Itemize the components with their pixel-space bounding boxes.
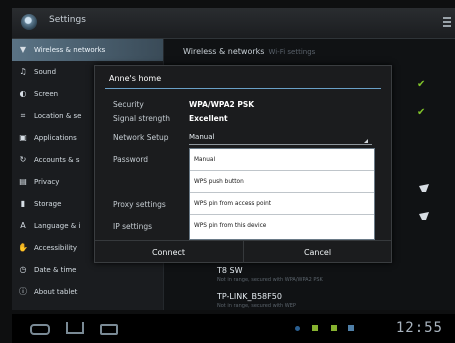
dropdown-option-manual[interactable]: Manual — [190, 149, 374, 171]
network-setup-select[interactable]: Manual — [189, 133, 372, 145]
accessibility-icon: ✋ — [18, 243, 28, 252]
home-icon[interactable] — [66, 322, 84, 334]
security-label: Security — [113, 100, 144, 109]
security-value: WPA/WPA2 PSK — [189, 100, 255, 109]
notification-icon[interactable] — [312, 325, 318, 331]
sidebar-item-wireless[interactable]: ▼ Wireless & networks — [12, 39, 163, 61]
dropdown-option-wps-push[interactable]: WPS push button — [190, 171, 374, 193]
wifi-connect-dialog: Anne's home Security WPA/WPA2 PSK Signal… — [94, 65, 392, 263]
dropdown-option-wps-pin-device[interactable]: WPS pin from this device — [190, 215, 374, 237]
sound-icon: ♫ — [19, 67, 27, 76]
checkmark-icon[interactable]: ✔ — [417, 108, 425, 118]
section-subtitle: Wi-Fi settings — [268, 48, 316, 56]
notification-icon[interactable] — [331, 325, 337, 331]
notification-dot-icon[interactable] — [295, 326, 300, 331]
sidebar-item-label: Screen — [34, 90, 59, 98]
sidebar-item-label: Privacy — [34, 178, 60, 186]
select-underline — [189, 144, 372, 145]
sidebar-item-label: Language & i — [34, 222, 81, 230]
screen-icon: ◐ — [19, 89, 27, 98]
wifi-signal-icon — [419, 184, 429, 192]
section-header: Wireless & networks Wi-Fi settings — [183, 47, 315, 56]
proxy-settings-label: Proxy settings — [113, 200, 166, 209]
network-setup-dropdown: Manual WPS push button WPS pin from acce… — [189, 148, 375, 240]
sidebar-item-label: Storage — [34, 200, 62, 208]
about-icon: ⓘ — [19, 287, 27, 296]
sidebar-item-label: Wireless & networks — [34, 46, 106, 54]
language-icon: A — [20, 221, 26, 230]
system-bar: 12:55 — [12, 314, 455, 343]
network-status: Not in range, secured with WEP — [217, 303, 296, 309]
network-status: Not in range, secured with WPA/WPA2 PSK — [217, 277, 323, 283]
signal-strength-value: Excellent — [189, 114, 228, 123]
sidebar-item-label: Applications — [34, 134, 77, 142]
sidebar-item-label: Date & time — [34, 266, 77, 274]
sidebar-item-label: About tablet — [34, 288, 78, 296]
connect-button[interactable]: Connect — [95, 241, 242, 263]
tablet-screen: Settings ▼ Wireless & networks ♫ Sound ◐… — [0, 0, 455, 343]
settings-icon — [21, 14, 37, 30]
sidebar-item-label: Accounts & s — [34, 156, 80, 164]
location-icon: ⌗ — [20, 111, 26, 120]
wireless-icon: ▼ — [19, 45, 27, 54]
dropdown-caret-icon — [364, 139, 368, 143]
network-setup-value: Manual — [189, 133, 215, 141]
date-time-icon: ◷ — [19, 265, 27, 274]
clock[interactable]: 12:55 — [396, 320, 443, 336]
dialog-button-bar: Connect Cancel — [95, 240, 391, 263]
dropdown-option-wps-pin-ap[interactable]: WPS pin from access point — [190, 193, 374, 215]
app-title: Settings — [49, 15, 86, 25]
password-label: Password — [113, 155, 149, 164]
back-icon[interactable] — [30, 324, 50, 335]
storage-icon: ▮ — [20, 199, 26, 208]
signal-strength-label: Signal strength — [113, 114, 171, 123]
dialog-title: Anne's home — [109, 74, 162, 83]
ip-settings-label: IP settings — [113, 222, 153, 231]
overflow-menu-icon[interactable] — [443, 17, 451, 29]
sidebar-item-label: Location & se — [34, 112, 82, 120]
network-name[interactable]: TP-LINK_B58F50 — [217, 292, 282, 301]
privacy-icon: ▤ — [19, 177, 27, 186]
sidebar-item-about[interactable]: ⓘ About tablet — [12, 281, 163, 303]
cancel-button[interactable]: Cancel — [244, 241, 391, 263]
dialog-divider — [105, 88, 381, 89]
network-setup-label: Network Setup — [113, 133, 169, 142]
wifi-signal-icon — [419, 212, 429, 220]
accounts-icon: ↻ — [19, 155, 27, 164]
applications-icon: ▣ — [19, 133, 27, 142]
sidebar-item-label: Sound — [34, 68, 57, 76]
section-title: Wireless & networks — [183, 47, 265, 56]
network-name[interactable]: T8 SW — [217, 266, 243, 275]
recent-apps-icon[interactable] — [100, 324, 118, 335]
sidebar-item-label: Accessibility — [34, 244, 78, 252]
title-bar: Settings — [12, 8, 455, 39]
checkmark-icon[interactable]: ✔ — [417, 80, 425, 90]
wifi-status-icon — [348, 325, 354, 331]
